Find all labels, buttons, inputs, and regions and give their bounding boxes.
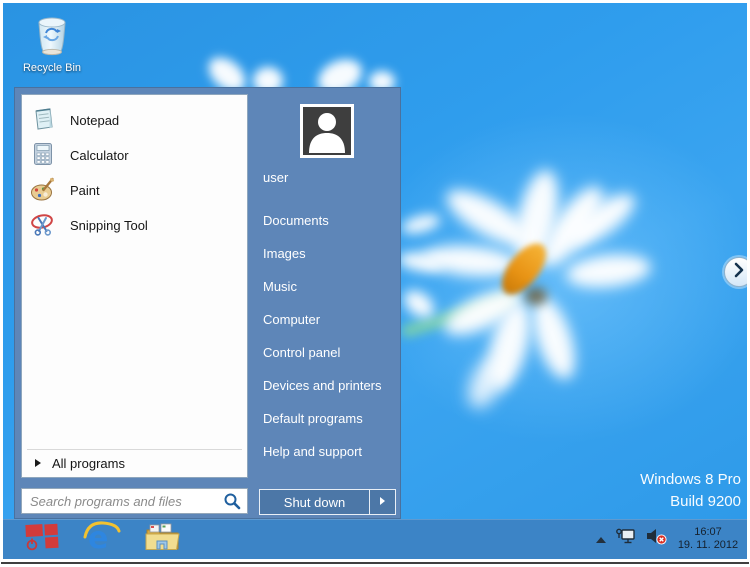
program-label: Snipping Tool — [70, 218, 148, 233]
menu-link-help-and-support[interactable]: Help and support — [263, 435, 398, 468]
menu-link-computer[interactable]: Computer — [263, 303, 398, 336]
calculator-icon — [30, 141, 56, 170]
taskbar-clock[interactable]: 16:07 19. 11. 2012 — [676, 526, 740, 552]
search-box — [21, 488, 248, 514]
watermark-edition: Windows 8 Pro — [640, 469, 741, 491]
internet-explorer-icon: e — [83, 520, 121, 559]
shutdown-options-arrow-icon — [379, 493, 386, 511]
program-label: Paint — [70, 183, 100, 198]
flower-center-shadow — [525, 287, 547, 305]
all-programs-arrow-icon — [34, 456, 42, 471]
tray-time: 16:07 — [676, 526, 740, 539]
start-button-icon — [21, 521, 67, 558]
frame-bottom-line — [1, 562, 749, 564]
start-button[interactable] — [20, 521, 68, 557]
user-avatar-icon — [303, 142, 351, 159]
program-item-notepad[interactable]: Notepad — [22, 103, 247, 138]
program-label: Calculator — [70, 148, 129, 163]
menu-link-control-panel[interactable]: Control panel — [263, 336, 398, 369]
shutdown-split-button: Shut down — [259, 489, 396, 515]
chevron-right-icon — [725, 256, 747, 289]
programs-spacer — [22, 243, 247, 449]
file-explorer-button[interactable] — [142, 521, 182, 557]
program-item-paint[interactable]: Paint — [22, 173, 247, 208]
edge-chevron-button[interactable] — [724, 257, 747, 287]
program-label: Notepad — [70, 113, 119, 128]
user-name-link[interactable]: user — [263, 168, 288, 188]
menu-link-documents[interactable]: Documents — [263, 204, 398, 237]
all-programs-label: All programs — [52, 456, 125, 471]
search-icon — [223, 492, 241, 510]
program-item-calculator[interactable]: Calculator — [22, 138, 247, 173]
recycle-bin-label: Recycle Bin — [21, 62, 83, 74]
shutdown-options-button[interactable] — [370, 490, 395, 514]
watermark-build: Build 9200 — [640, 491, 741, 513]
shutdown-button[interactable]: Shut down — [260, 490, 369, 514]
start-menu-programs-panel: Notepad Calc — [21, 94, 248, 478]
all-programs-button[interactable]: All programs — [22, 450, 247, 477]
program-item-snipping-tool[interactable]: Snipping Tool — [22, 208, 247, 243]
show-hidden-icons-arrow[interactable] — [596, 530, 606, 548]
system-tray: 16:07 19. 11. 2012 — [596, 519, 740, 559]
internet-explorer-button[interactable]: e — [82, 521, 122, 557]
start-menu-links: Documents Images Music Computer Control … — [263, 204, 398, 468]
windows-watermark: Windows 8 Pro Build 9200 — [640, 469, 741, 513]
menu-link-default-programs[interactable]: Default programs — [263, 402, 398, 435]
menu-link-music[interactable]: Music — [263, 270, 398, 303]
file-explorer-icon — [143, 521, 181, 558]
start-menu: Notepad Calc — [14, 87, 401, 519]
menu-link-images[interactable]: Images — [263, 237, 398, 270]
paint-icon — [30, 176, 56, 205]
desktop: Windows 8 Pro Build 9200 — [3, 3, 747, 559]
wallpaper-glow — [363, 113, 747, 443]
snipping-tool-icon — [30, 211, 56, 240]
menu-link-devices-and-printers[interactable]: Devices and printers — [263, 369, 398, 402]
volume-muted-icon[interactable] — [645, 528, 667, 550]
notepad-icon — [30, 106, 56, 135]
search-input[interactable] — [22, 490, 223, 512]
recycle-bin-icon — [32, 43, 72, 60]
taskbar: e — [3, 519, 747, 559]
recycle-bin[interactable]: Recycle Bin — [21, 12, 83, 74]
user-avatar[interactable] — [300, 104, 354, 158]
screenshot-frame: Windows 8 Pro Build 9200 — [0, 0, 750, 567]
network-icon[interactable] — [615, 528, 636, 550]
tray-date: 19. 11. 2012 — [676, 539, 740, 552]
